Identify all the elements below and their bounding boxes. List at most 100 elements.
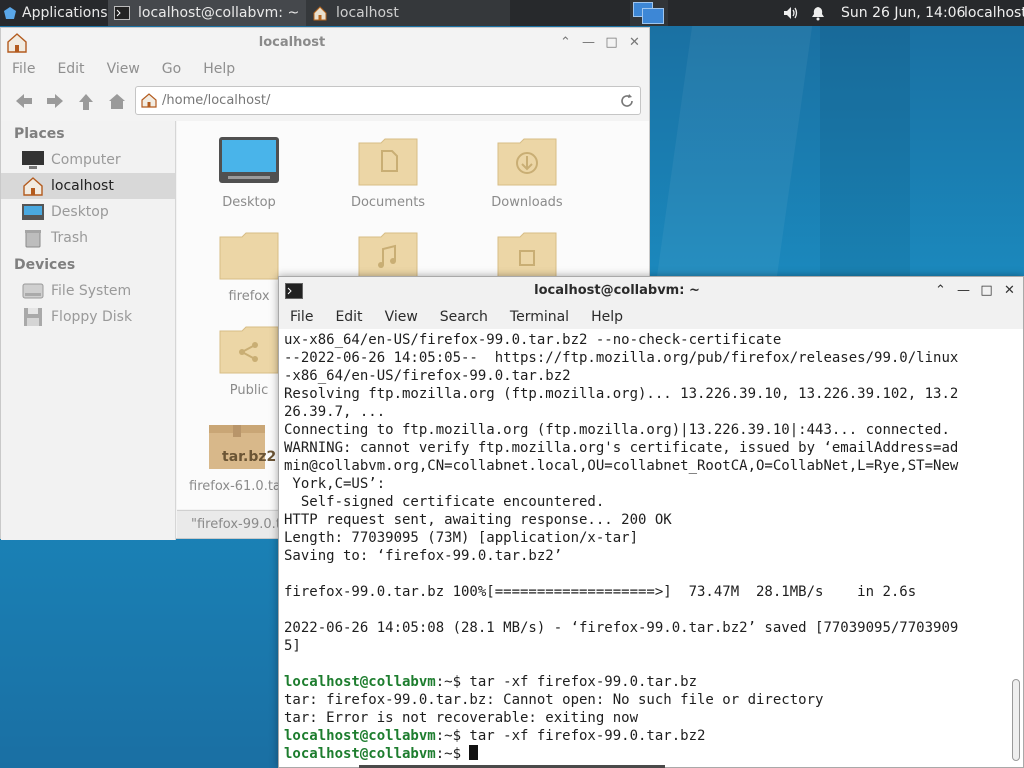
downloads-folder-icon (497, 138, 557, 186)
sidebar-item-file-system[interactable]: File System (1, 278, 175, 304)
location-bar[interactable]: /home/localhost/ (135, 86, 641, 115)
side-pane: Places Computer localhost Desktop Trash … (1, 121, 176, 540)
output-line: --2022-06-26 14:05:05-- https://ftp.mozi… (284, 350, 959, 366)
sidebar-item-desktop[interactable]: Desktop (1, 199, 175, 225)
minimize-button[interactable]: — (577, 35, 600, 50)
title-bar[interactable]: localhost@collabvm: ~ ⌃ — □ ✕ (279, 277, 1023, 305)
drive-icon (22, 283, 44, 299)
maximize-button[interactable]: □ (975, 283, 998, 298)
file-item-label: Downloads (491, 195, 563, 210)
menu-help[interactable]: Help (192, 61, 246, 77)
shade-button[interactable]: ⌃ (554, 35, 577, 50)
sidebar-item-label: Desktop (51, 204, 109, 220)
output-line: Self-signed certificate encountered. (284, 494, 605, 510)
window-title: localhost@collabvm: ~ (534, 283, 700, 298)
music-folder-icon (358, 232, 418, 280)
shell-prompt: localhost@collabvm (284, 674, 436, 690)
output-line: ux-x86_64/en-US/firefox-99.0.tar.bz2 --n… (284, 332, 782, 348)
sidebar-item-label: File System (51, 283, 132, 299)
menu-file[interactable]: File (279, 309, 324, 325)
menu-file[interactable]: File (1, 61, 46, 77)
menu-view[interactable]: View (96, 61, 151, 77)
shade-button[interactable]: ⌃ (929, 283, 952, 298)
home-folder-icon (23, 177, 43, 196)
maximize-button[interactable]: □ (600, 35, 623, 50)
output-line: 5] (284, 638, 301, 654)
menu-edit[interactable]: Edit (46, 61, 95, 77)
output-line: York,C=US’: (284, 476, 386, 492)
archive-badge: tar.bz2 (222, 449, 277, 465)
sidebar-item-label: Computer (51, 152, 121, 168)
output-line: tar: Error is not recoverable: exiting n… (284, 710, 639, 726)
taskbar-item-label: localhost (336, 5, 399, 21)
output-line: Resolving ftp.mozilla.org (ftp.mozilla.o… (284, 386, 959, 402)
text-cursor (469, 745, 479, 760)
file-item-firefox-archive[interactable]: tar.bz2 firefox-61.0.tar.bz2 (189, 419, 285, 494)
desktop-folder-icon (219, 137, 279, 183)
forward-arrow-icon[interactable] (45, 92, 65, 115)
devices-heading: Devices (14, 257, 76, 273)
output-line: WARNING: cannot verify ftp.mozilla.org's… (284, 440, 959, 456)
shell-prompt: localhost@collabvm (284, 728, 436, 744)
output-line: 26.39.7, ... (284, 404, 386, 420)
notification-bell-icon[interactable] (810, 0, 826, 26)
menu-terminal[interactable]: Terminal (499, 309, 580, 325)
output-line: min@collabvm.org,CN=collabnet.local,OU=c… (284, 458, 959, 474)
output-line: Length: 77039095 (73M) [application/x-ta… (284, 530, 639, 546)
clock[interactable]: Sun 26 Jun, 14:06 (841, 0, 965, 26)
volume-icon[interactable] (782, 0, 800, 26)
file-item-desktop[interactable]: Desktop (189, 135, 309, 210)
sidebar-item-label: localhost (51, 178, 114, 194)
home-icon[interactable] (107, 92, 127, 115)
terminal-text: ux-x86_64/en-US/firefox-99.0.tar.bz2 --n… (284, 331, 958, 763)
terminal-window: localhost@collabvm: ~ ⌃ — □ ✕ File Edit … (278, 276, 1024, 768)
output-line: tar: firefox-99.0.tar.bz: Cannot open: N… (284, 692, 824, 708)
sidebar-item-localhost[interactable]: localhost (1, 173, 175, 199)
file-item-label: Desktop (222, 195, 276, 210)
title-bar[interactable]: localhost ⌃ — □ ✕ (1, 28, 649, 58)
scrollbar-thumb[interactable] (1012, 679, 1020, 761)
documents-folder-icon (358, 138, 418, 186)
user-menu[interactable]: localhost (964, 0, 1024, 26)
command-text: :~$ (435, 746, 470, 762)
taskbar-item-terminal[interactable]: localhost@collabvm: ~ (108, 0, 306, 26)
output-line: 2022-06-26 14:05:08 (28.1 MB/s) - ‘firef… (284, 620, 959, 636)
terminal-icon (114, 6, 130, 20)
sidebar-item-trash[interactable]: Trash (1, 225, 175, 251)
home-folder-icon (141, 93, 157, 108)
menu-edit[interactable]: Edit (324, 309, 373, 325)
sidebar-item-label: Floppy Disk (51, 309, 133, 325)
output-line: HTTP request sent, awaiting response... … (284, 512, 672, 528)
top-panel: Applications localhost@collabvm: ~ local… (0, 0, 1024, 26)
taskbar-item-label: localhost@collabvm: ~ (138, 5, 300, 21)
output-line: Saving to: ‘firefox-99.0.tar.bz2’ (284, 548, 563, 564)
shell-prompt: localhost@collabvm (284, 746, 436, 762)
output-line: firefox-99.0.tar.bz 100%[===============… (284, 584, 917, 600)
file-item-documents[interactable]: Documents (328, 135, 448, 210)
menu-bar: File Edit View Go Help (1, 57, 246, 81)
back-arrow-icon[interactable] (14, 92, 34, 115)
output-line: -x86_64/en-US/firefox-99.0.tar.bz2 (284, 368, 571, 384)
workspace-switcher[interactable] (630, 0, 668, 26)
menu-search[interactable]: Search (429, 309, 499, 325)
folder-icon (219, 232, 279, 280)
window-title: localhost (258, 35, 326, 50)
xfce-mouse-icon (4, 7, 16, 19)
applications-label: Applications (22, 5, 108, 21)
taskbar-item-file-manager[interactable]: localhost (306, 0, 510, 26)
menu-view[interactable]: View (374, 309, 429, 325)
sidebar-item-floppy-disk[interactable]: Floppy Disk (1, 304, 175, 330)
up-arrow-icon[interactable] (77, 92, 95, 117)
close-button[interactable]: ✕ (623, 35, 646, 50)
menu-help[interactable]: Help (580, 309, 634, 325)
sidebar-item-computer[interactable]: Computer (1, 147, 175, 173)
reload-icon[interactable] (619, 93, 635, 109)
workspace-window-thumb (642, 8, 664, 24)
applications-menu-button[interactable]: Applications (0, 0, 108, 26)
minimize-button[interactable]: — (952, 283, 975, 298)
file-item-downloads[interactable]: Downloads (467, 135, 587, 210)
menu-go[interactable]: Go (151, 61, 192, 77)
location-path: /home/localhost/ (162, 93, 271, 108)
terminal-output[interactable]: ux-x86_64/en-US/firefox-99.0.tar.bz2 --n… (279, 329, 1011, 767)
close-button[interactable]: ✕ (998, 283, 1021, 298)
